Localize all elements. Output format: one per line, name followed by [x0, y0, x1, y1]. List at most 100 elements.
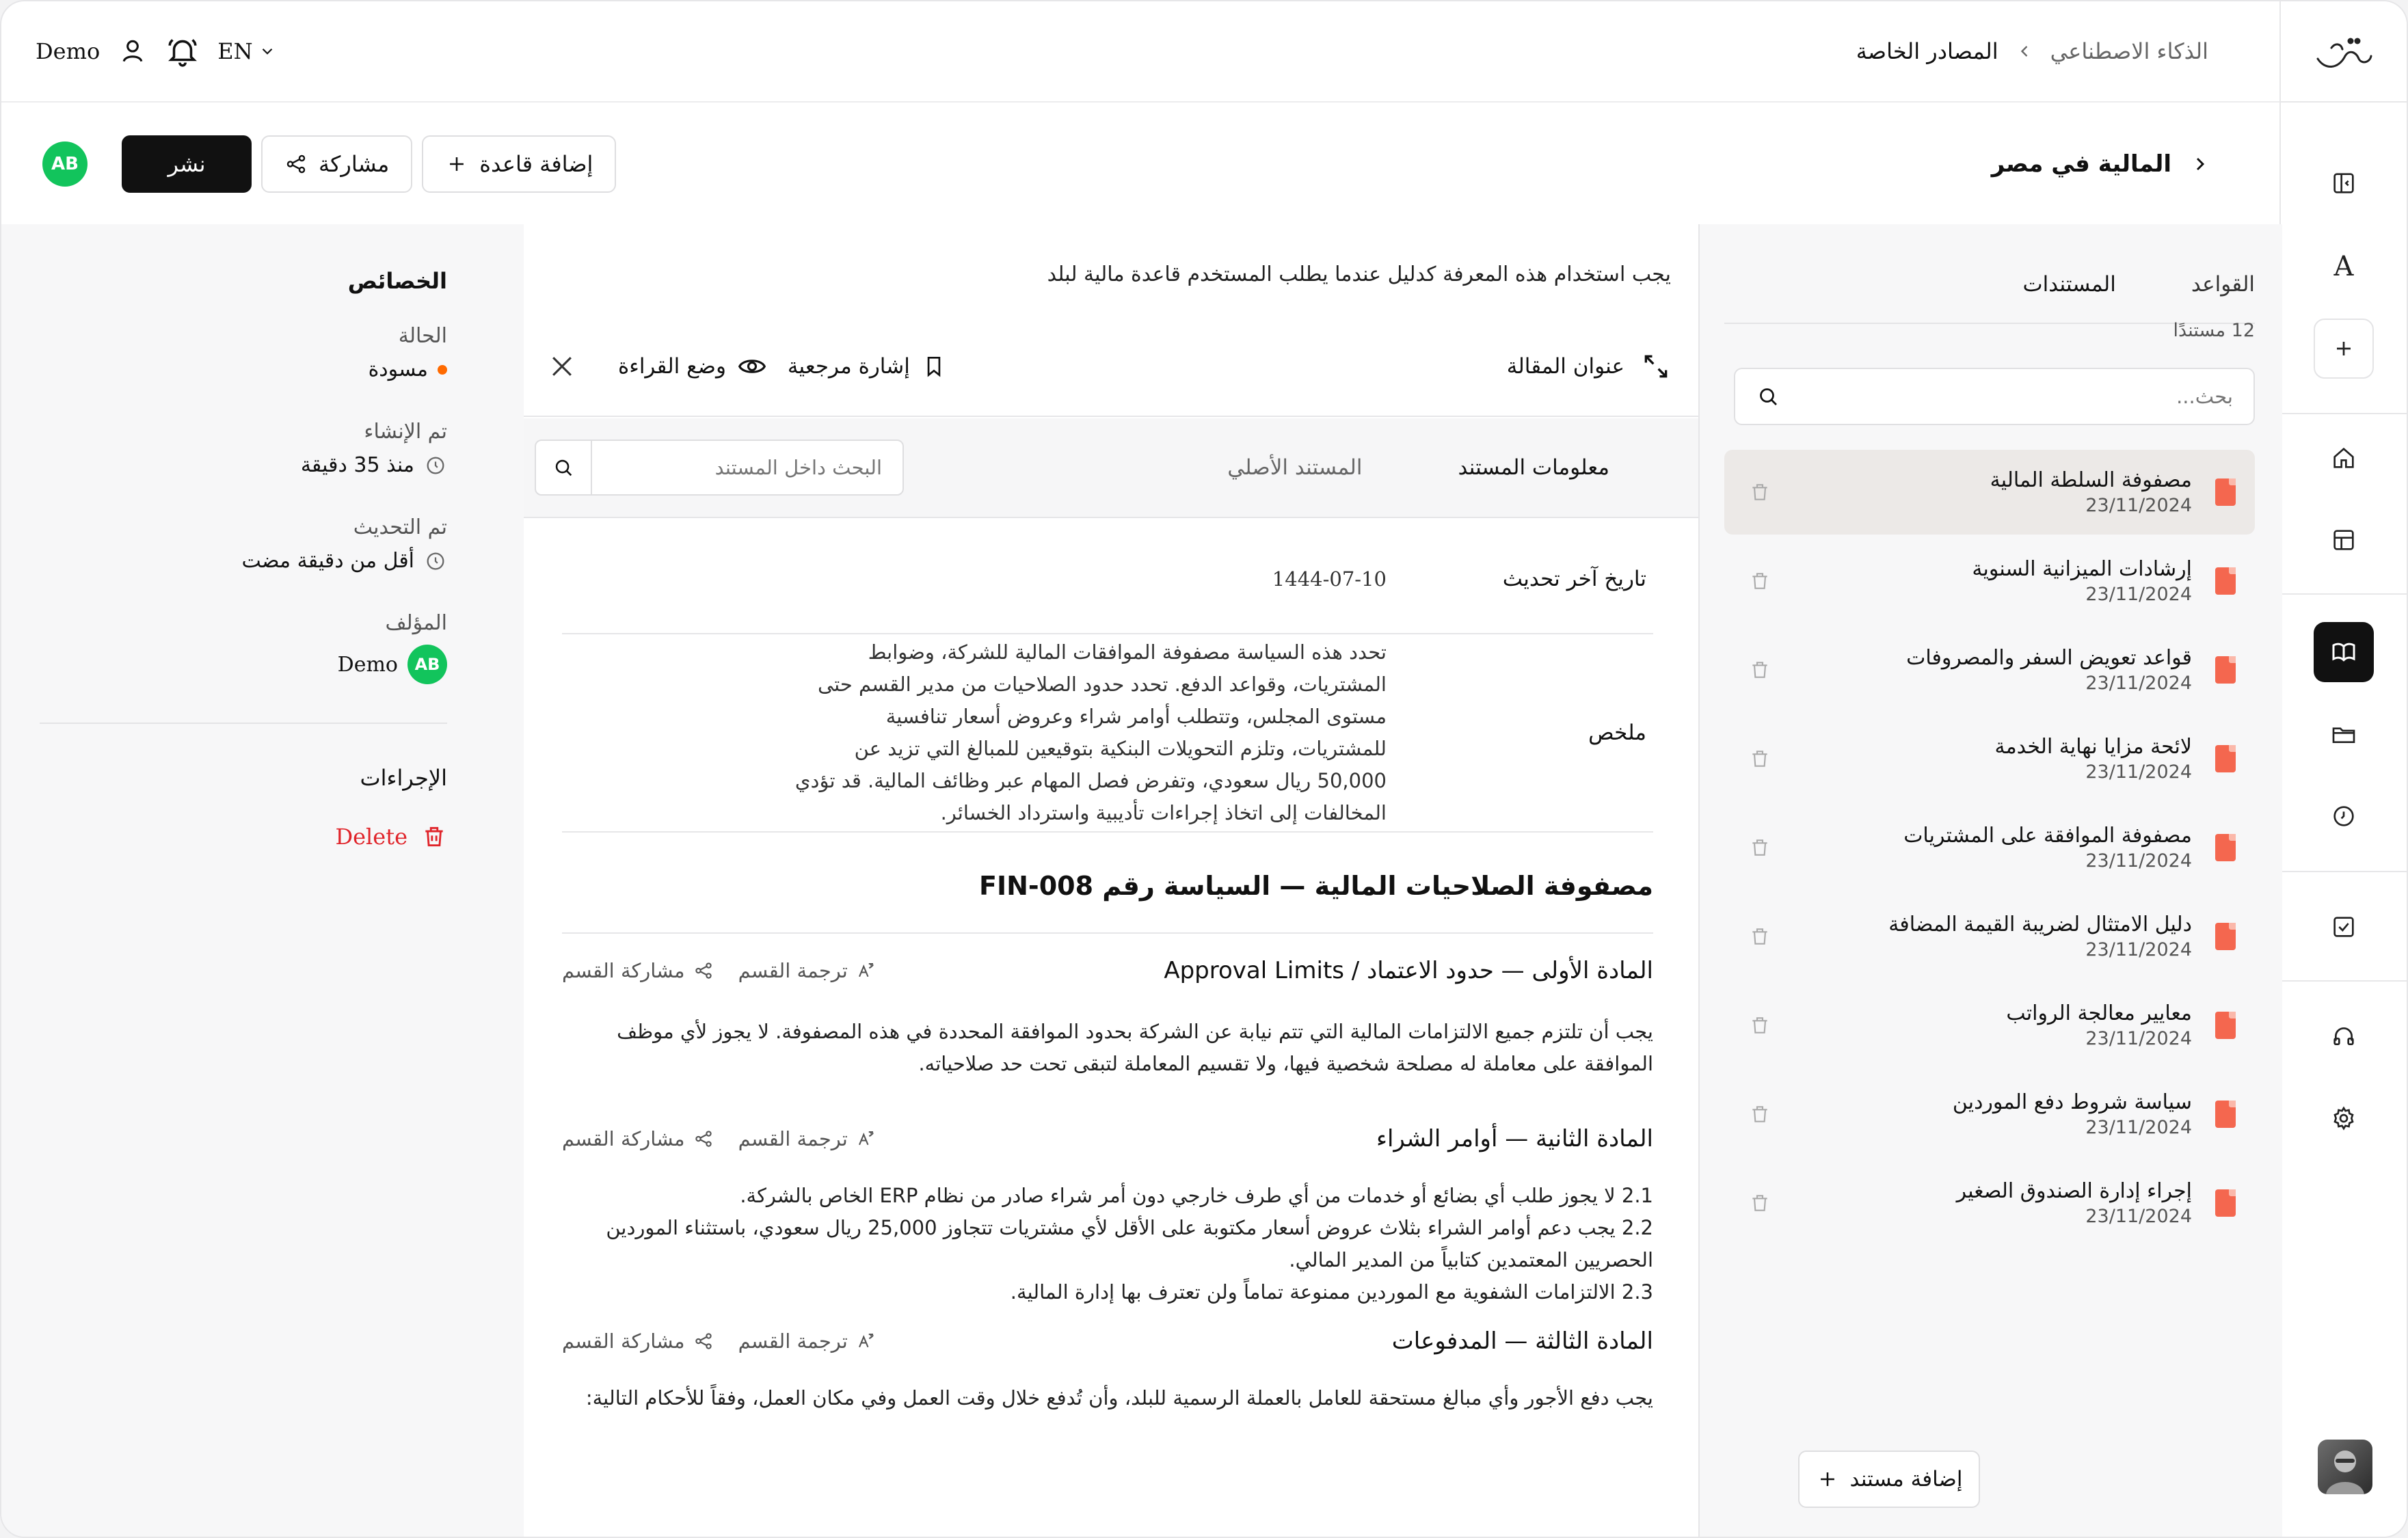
- list-item[interactable]: معايير معالجة الرواتب 23/11/2024: [1724, 983, 2255, 1068]
- breadcrumb-item-private-sources[interactable]: المصادر الخاصة: [1856, 38, 1998, 64]
- breadcrumb-item-ai[interactable]: الذكاء الاصطناعي: [2050, 38, 2208, 64]
- pdf-file-icon: [2215, 1189, 2236, 1217]
- pdf-file-icon: [2215, 745, 2236, 772]
- close-icon[interactable]: [547, 351, 577, 381]
- clock-icon: [427, 457, 444, 474]
- tab-documents[interactable]: المستندات: [2022, 265, 2115, 323]
- article-body: يجب أن تلتزم جميع الالتزامات المالية الت…: [617, 1020, 1653, 1075]
- tab-document-info[interactable]: معلومات المستند: [1458, 455, 1609, 480]
- translate-section-button[interactable]: ترجمة القسم: [738, 959, 877, 982]
- document-date: 23/11/2024: [2085, 939, 2192, 960]
- clock-icon: [427, 552, 444, 569]
- add-rule-button[interactable]: إضافة قاعدة: [422, 135, 617, 193]
- translate-section-button[interactable]: ترجمة القسم: [738, 1127, 877, 1150]
- document-name: لائحة مزايا نهاية الخدمة: [1994, 735, 2192, 759]
- delete-label: Delete: [335, 824, 407, 850]
- user-name[interactable]: Demo: [36, 38, 100, 64]
- trash-icon[interactable]: [1749, 837, 1771, 859]
- publish-label: نشر: [168, 151, 206, 177]
- document-search-button[interactable]: [536, 441, 592, 494]
- new-button[interactable]: [2314, 319, 2374, 379]
- author-name: Demo: [337, 652, 398, 677]
- documents-search-input[interactable]: [1780, 385, 2233, 408]
- add-document-button[interactable]: إضافة مستند: [1798, 1451, 1980, 1508]
- trash-icon[interactable]: [1749, 1103, 1771, 1125]
- header-user-area: Demo EN: [36, 34, 276, 68]
- share-section-button[interactable]: مشاركة القسم: [562, 1127, 714, 1150]
- author-label: المؤلف: [385, 611, 447, 635]
- document-name: مصفوفة الموافقة على المشتريات: [1903, 824, 2192, 848]
- share-icon: [286, 154, 306, 174]
- user-avatar[interactable]: [2318, 1440, 2372, 1494]
- share-button[interactable]: مشاركة: [261, 135, 413, 193]
- document-name: إجراء إدارة الصندوق الصغير: [1956, 1179, 2192, 1203]
- list-item[interactable]: مصفوفة الموافقة على المشتريات 23/11/2024: [1724, 805, 2255, 890]
- chevron-left-icon: [2020, 46, 2027, 57]
- support-button[interactable]: [2314, 1006, 2374, 1066]
- bell-icon[interactable]: [165, 34, 200, 68]
- document-date: 23/11/2024: [2085, 495, 2192, 516]
- reading-mode-button[interactable]: وضع القراءة: [618, 351, 767, 381]
- translate-icon: [858, 1131, 874, 1146]
- share-icon: [695, 1131, 712, 1147]
- list-item[interactable]: دليل الامتثال لضريبة القيمة المضافة 23/1…: [1724, 894, 2255, 979]
- document-date: 23/11/2024: [2085, 673, 2192, 694]
- list-item[interactable]: مصفوفة السلطة المالية 23/11/2024: [1724, 450, 2255, 535]
- back-chevron-icon[interactable]: [2189, 153, 2211, 175]
- pdf-file-icon: [2215, 656, 2236, 684]
- tasks-button[interactable]: [2314, 897, 2374, 957]
- trash-icon[interactable]: [1749, 1014, 1771, 1036]
- table-icon: [2333, 530, 2354, 550]
- app-logo: [2311, 29, 2377, 77]
- page-title: المالية في مصر: [1992, 150, 2211, 178]
- document-search: [535, 440, 904, 496]
- translate-section-button[interactable]: ترجمة القسم: [738, 1330, 877, 1353]
- share-section-button[interactable]: مشاركة القسم: [562, 1330, 714, 1353]
- sidebar-toggle-button[interactable]: [2314, 153, 2374, 213]
- bookmark-label: إشارة مرجعية: [787, 354, 910, 379]
- article-clause: 2.1 لا يجوز طلب أي بضائع أو خدمات من أي …: [740, 1184, 1653, 1207]
- divider: [40, 723, 447, 724]
- publish-button[interactable]: نشر: [122, 135, 252, 193]
- trash-icon[interactable]: [1749, 659, 1771, 681]
- document-date: 23/11/2024: [2085, 584, 2192, 605]
- article-title-label: عنوان المقالة: [1506, 354, 1624, 379]
- share-section-label: مشاركة القسم: [562, 959, 685, 982]
- trash-icon[interactable]: [1749, 748, 1771, 770]
- user-icon[interactable]: [118, 36, 148, 66]
- settings-button[interactable]: [2314, 1088, 2374, 1148]
- actions-heading: الإجراءات: [360, 765, 447, 791]
- history-button[interactable]: [2314, 786, 2374, 846]
- expand-icon[interactable]: [1641, 351, 1671, 381]
- list-item[interactable]: إرشادات الميزانية السنوية 23/11/2024: [1724, 539, 2255, 623]
- document-search-input[interactable]: [592, 441, 902, 494]
- language-selector[interactable]: EN: [217, 38, 276, 64]
- trash-icon[interactable]: [1749, 481, 1771, 503]
- avatar[interactable]: AB: [42, 141, 88, 187]
- list-item[interactable]: إجراء إدارة الصندوق الصغير 23/11/2024: [1724, 1161, 2255, 1245]
- trash-icon[interactable]: [1749, 570, 1771, 592]
- document-panel: يجب استخدام هذه المعرفة كدليل عندما يطلب…: [524, 224, 1698, 1537]
- home-button[interactable]: [2314, 428, 2374, 488]
- icon-rail: A: [2279, 1, 2407, 1537]
- sidebar-tabs: القواعد المستندات: [1724, 265, 2255, 324]
- files-button[interactable]: [2314, 704, 2374, 764]
- table-button[interactable]: [2314, 510, 2374, 570]
- documents-count: 12 مستندًا: [2173, 320, 2255, 341]
- share-section-button[interactable]: مشاركة القسم: [562, 959, 714, 982]
- list-item[interactable]: سياسة شروط دفع الموردين 23/11/2024: [1724, 1072, 2255, 1157]
- tab-original-document[interactable]: المستند الأصلي: [1227, 455, 1362, 480]
- list-item[interactable]: قواعد تعويض السفر والمصروفات 23/11/2024: [1724, 628, 2255, 712]
- bookmark-button[interactable]: إشارة مرجعية: [788, 353, 947, 379]
- font-button[interactable]: A: [2314, 237, 2374, 297]
- created-label: تم الإنشاء: [364, 420, 447, 444]
- delete-button[interactable]: Delete: [40, 824, 447, 850]
- author-avatar: AB: [407, 645, 447, 684]
- tab-rules[interactable]: القواعد: [2191, 265, 2255, 323]
- documents-search: [1734, 368, 2255, 425]
- trash-icon[interactable]: [1749, 1192, 1771, 1214]
- trash-icon[interactable]: [1749, 926, 1771, 947]
- knowledge-button[interactable]: [2314, 622, 2374, 682]
- search-icon: [555, 459, 572, 476]
- list-item[interactable]: لائحة مزايا نهاية الخدمة 23/11/2024: [1724, 716, 2255, 801]
